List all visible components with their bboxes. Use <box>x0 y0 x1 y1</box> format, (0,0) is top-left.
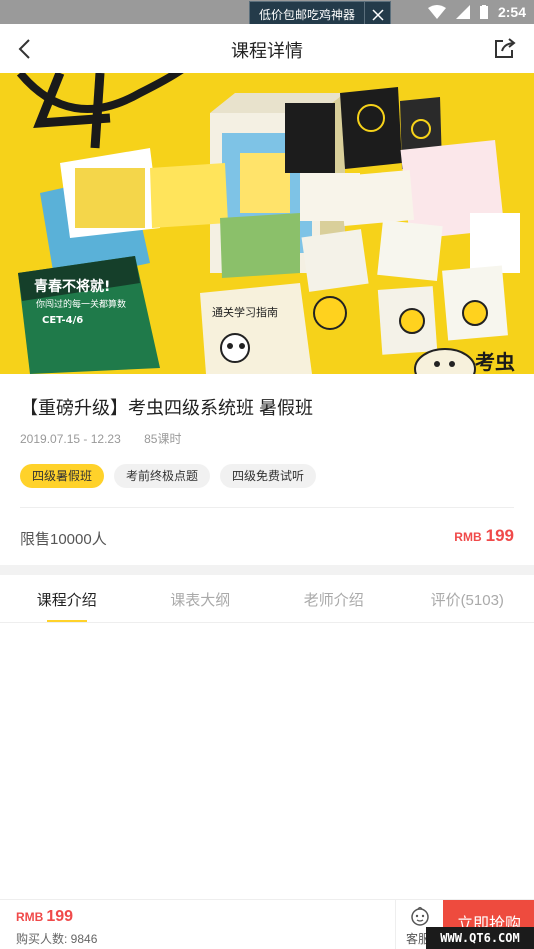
banner-slogan-sub: 你闯过的每一关都算数 <box>36 298 126 310</box>
course-price: RMB 199 <box>454 526 514 546</box>
tab-syllabus[interactable]: 课表大纲 <box>134 575 268 622</box>
tag-free-trial[interactable]: 四级免费试听 <box>220 464 317 488</box>
status-bar: 低价包邮吃鸡神器 2:54 <box>0 0 534 28</box>
course-banner: 青春不将就! 你闯过的每一关都算数 CET-4/6 通关学习指南 考虫 <box>0 73 534 374</box>
signal-icon <box>455 5 470 19</box>
page-title: 课程详情 <box>231 41 303 61</box>
banner-guide-title: 通关学习指南 <box>212 305 278 319</box>
price-currency: RMB <box>454 530 482 544</box>
status-right: 2:54 <box>427 0 526 24</box>
course-banner-illustration: 青春不将就! 你闯过的每一关都算数 CET-4/6 通关学习指南 考虫 <box>0 73 534 374</box>
tab-reviews[interactable]: 评价(5103) <box>401 575 534 622</box>
bottom-price-currency: RMB <box>16 910 44 924</box>
bottom-price-value: 199 <box>46 908 74 925</box>
bottom-price: RMB 199 <box>16 908 73 926</box>
sale-limit: 限售10000人 <box>20 531 107 548</box>
tag-summer-class[interactable]: 四级暑假班 <box>20 464 105 488</box>
banner-slogan: 青春不将就! <box>34 278 110 295</box>
banner-brand: 考虫 <box>475 350 515 374</box>
detail-tabs: 课程介绍 课表大纲 老师介绍 评价(5103) <box>0 575 534 623</box>
divider <box>20 507 514 508</box>
banner-text: 低价包邮吃鸡神器 <box>259 8 356 22</box>
course-title: 【重磅升级】考虫四级系统班 暑假班 <box>20 398 313 418</box>
watermark: WWW.QT6.COM <box>426 927 534 949</box>
tab-teacher-intro[interactable]: 老师介绍 <box>267 575 401 622</box>
course-date-range: 2019.07.15 - 12.23 <box>20 432 121 446</box>
price-value: 199 <box>485 526 514 545</box>
share-icon[interactable] <box>494 37 516 59</box>
battery-icon <box>479 5 488 19</box>
course-tags: 四级暑假班 考前终极点题 四级免费试听 <box>20 464 317 488</box>
course-lessons: 85课时 <box>144 432 182 446</box>
tag-final-tips[interactable]: 考前终极点题 <box>114 464 211 488</box>
nav-bar: 课程详情 <box>0 24 534 73</box>
wifi-icon <box>427 5 446 19</box>
tab-course-intro[interactable]: 课程介绍 <box>0 575 134 622</box>
status-time: 2:54 <box>497 4 526 20</box>
banner-cet: CET-4/6 <box>42 315 83 326</box>
customer-service-icon <box>411 906 429 926</box>
buyer-count: 购买人数: 9846 <box>16 932 98 946</box>
section-gap <box>0 565 534 575</box>
course-meta: 2019.07.15 - 12.23 85课时 <box>20 430 181 447</box>
